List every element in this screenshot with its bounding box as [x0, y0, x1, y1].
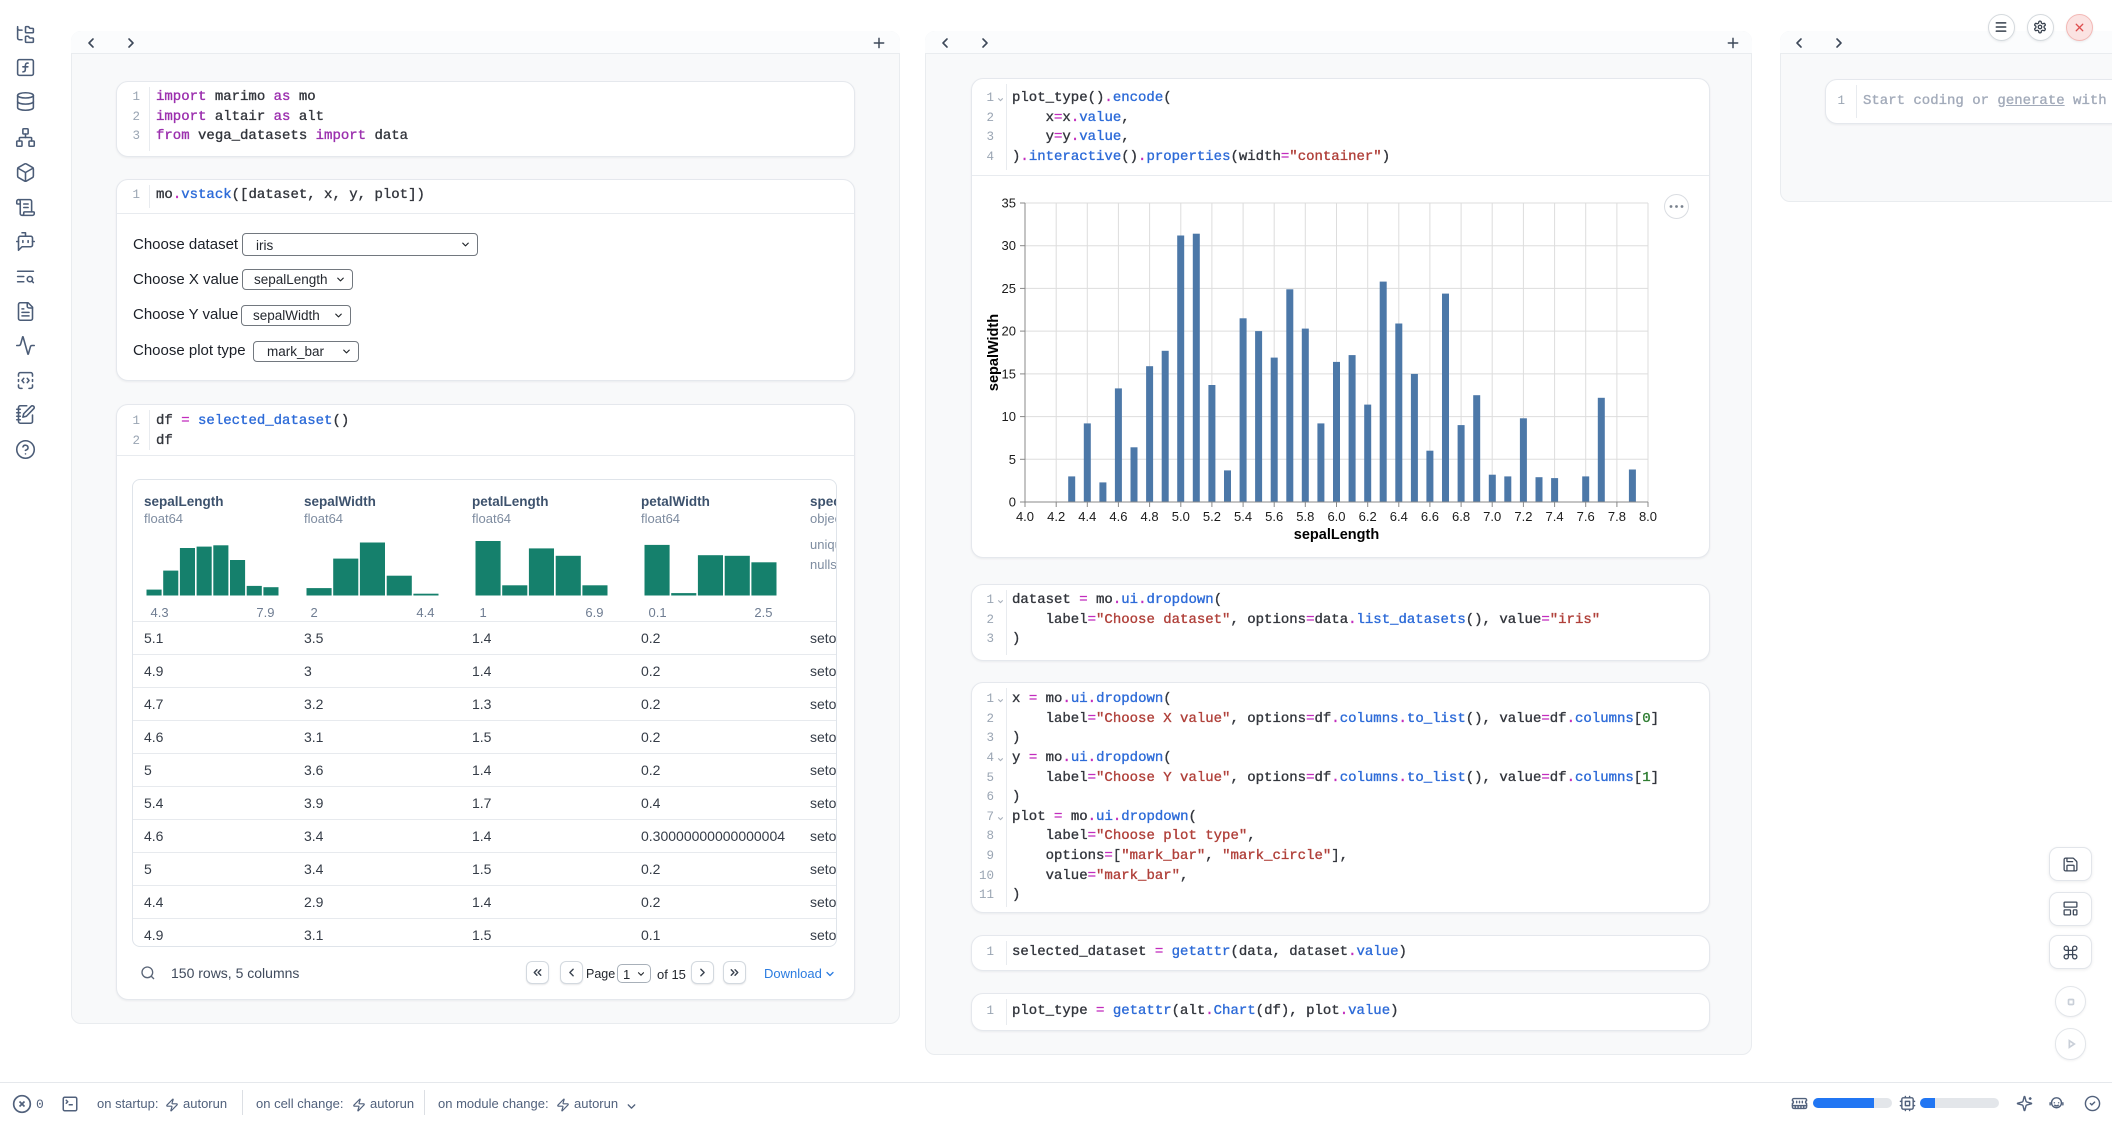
svg-text:5.8: 5.8: [1296, 509, 1314, 524]
svg-text:0: 0: [1009, 495, 1016, 510]
svg-text:20: 20: [1002, 324, 1016, 339]
svg-text:5.6: 5.6: [1265, 509, 1283, 524]
svg-text:35: 35: [1002, 196, 1016, 211]
svg-text:4.6: 4.6: [1109, 509, 1127, 524]
svg-text:6.6: 6.6: [1421, 509, 1439, 524]
svg-text:5.2: 5.2: [1203, 509, 1221, 524]
svg-text:7.2: 7.2: [1514, 509, 1532, 524]
svg-text:7.0: 7.0: [1483, 509, 1501, 524]
svg-text:6.8: 6.8: [1452, 509, 1470, 524]
svg-text:4.2: 4.2: [1047, 509, 1065, 524]
svg-text:sepalLength: sepalLength: [1294, 527, 1379, 543]
svg-text:4.8: 4.8: [1141, 509, 1159, 524]
svg-text:7.4: 7.4: [1546, 509, 1564, 524]
svg-text:7.8: 7.8: [1608, 509, 1626, 524]
svg-text:30: 30: [1002, 238, 1016, 253]
svg-text:8.0: 8.0: [1639, 509, 1657, 524]
svg-text:6.2: 6.2: [1359, 509, 1377, 524]
svg-text:6.4: 6.4: [1390, 509, 1408, 524]
svg-text:15: 15: [1002, 366, 1016, 381]
svg-text:10: 10: [1002, 409, 1016, 424]
svg-text:5: 5: [1009, 452, 1016, 467]
svg-text:sepalWidth: sepalWidth: [986, 314, 1002, 391]
svg-text:5.0: 5.0: [1172, 509, 1190, 524]
svg-text:25: 25: [1002, 281, 1016, 296]
svg-text:6.0: 6.0: [1327, 509, 1345, 524]
svg-text:5.4: 5.4: [1234, 509, 1252, 524]
svg-text:4.4: 4.4: [1078, 509, 1096, 524]
svg-text:7.6: 7.6: [1577, 509, 1595, 524]
svg-text:4.0: 4.0: [1016, 509, 1034, 524]
